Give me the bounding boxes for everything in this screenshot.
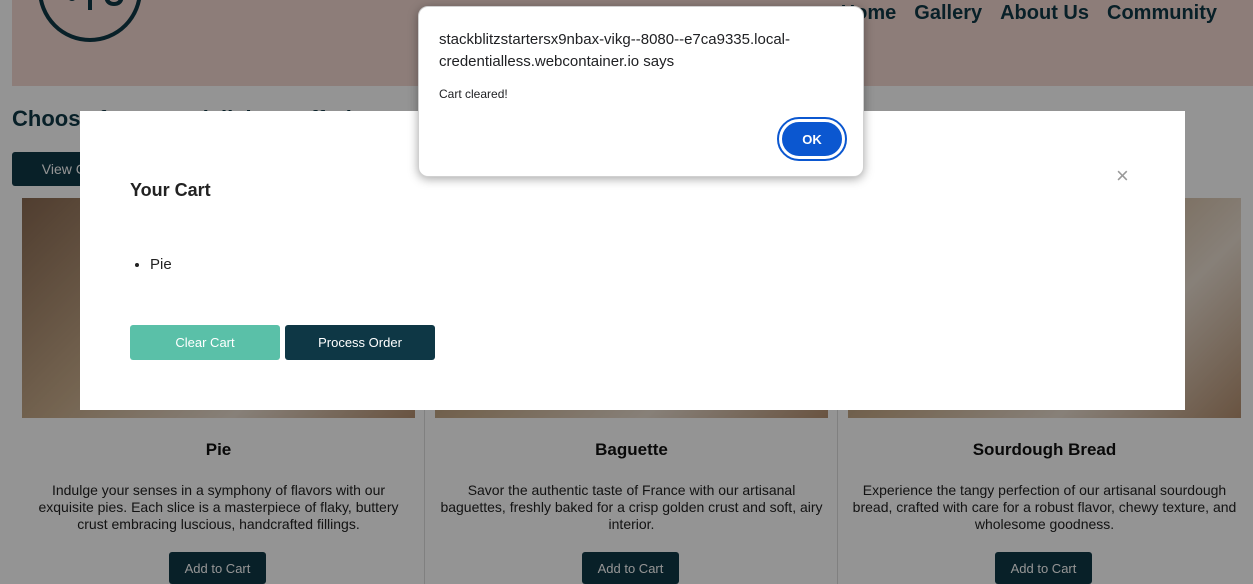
close-icon[interactable]: × [1116, 165, 1129, 187]
alert-message: Cart cleared! [439, 87, 508, 101]
cart-title: Your Cart [130, 180, 211, 200]
browser-alert-dialog: stackblitzstartersx9nbax-vikg--8080--e7c… [418, 6, 864, 177]
alert-ok-button[interactable]: OK [777, 117, 847, 161]
alert-origin-text: stackblitzstartersx9nbax-vikg--8080--e7c… [439, 31, 790, 70]
cart-item-list: Pie [150, 256, 172, 273]
clear-cart-button[interactable]: Clear Cart [130, 325, 280, 360]
process-order-button[interactable]: Process Order [285, 325, 435, 360]
cart-item: Pie [150, 256, 172, 273]
